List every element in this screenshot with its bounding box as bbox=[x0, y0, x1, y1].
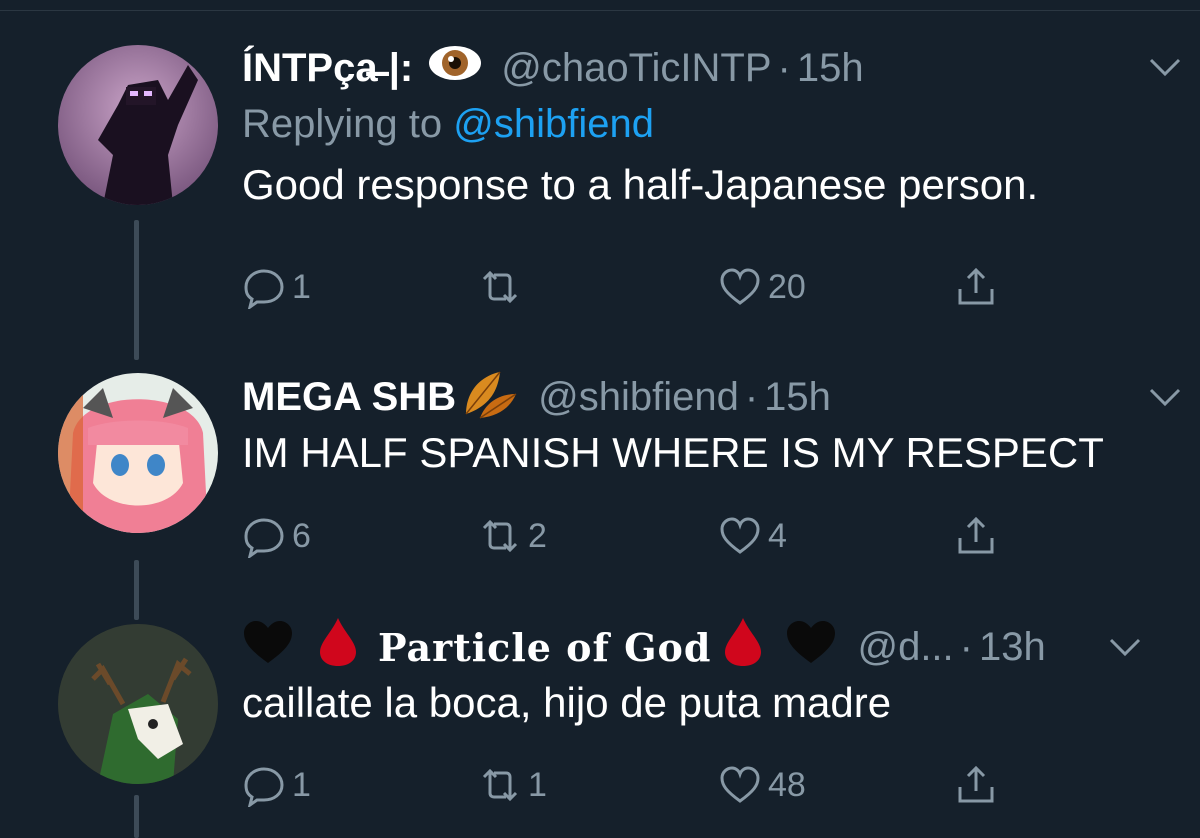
chevron-down-icon[interactable] bbox=[1108, 635, 1142, 659]
tweet-text: IM HALF SPANISH WHERE IS MY RESPECT bbox=[242, 429, 1104, 476]
reply-button[interactable]: 1 bbox=[242, 265, 311, 309]
like-button[interactable]: 4 bbox=[718, 514, 787, 558]
black-heart-icon bbox=[242, 619, 294, 675]
user-handle[interactable]: @d... bbox=[857, 625, 953, 670]
chevron-down-icon[interactable] bbox=[1148, 55, 1182, 79]
drop-of-blood-icon bbox=[723, 616, 763, 678]
user-handle[interactable]: @shibfiend bbox=[538, 375, 739, 420]
replying-to-label: Replying to bbox=[242, 102, 443, 146]
heart-icon bbox=[720, 268, 760, 305]
retweet-icon bbox=[482, 519, 518, 553]
share-icon bbox=[958, 516, 994, 554]
tweet-actions: 1 1 48 bbox=[242, 763, 1042, 813]
reply-icon bbox=[244, 767, 284, 807]
reply-button[interactable]: 1 bbox=[242, 763, 311, 807]
retweet-button[interactable]: 1 bbox=[478, 763, 547, 807]
like-count: 20 bbox=[768, 267, 806, 306]
top-divider bbox=[0, 0, 1200, 11]
share-button[interactable] bbox=[954, 265, 998, 309]
avatar[interactable] bbox=[58, 624, 218, 784]
timestamp[interactable]: 13h bbox=[979, 625, 1046, 670]
reply-icon bbox=[244, 518, 284, 558]
like-count: 4 bbox=[768, 516, 787, 555]
tweet-actions: 6 2 4 bbox=[242, 514, 1042, 564]
display-name[interactable]: Particle of God bbox=[378, 625, 711, 670]
fallen-leaf-icon bbox=[460, 364, 520, 430]
heart-icon bbox=[720, 517, 760, 554]
reply-count: 6 bbox=[292, 516, 311, 555]
retweet-icon bbox=[482, 270, 518, 304]
share-icon bbox=[958, 765, 994, 803]
share-button[interactable] bbox=[954, 514, 998, 558]
tweet-text: Good response to a half-Japanese person. bbox=[242, 161, 1039, 208]
tweet-header: Particle of God @d... · 13h bbox=[242, 617, 1160, 677]
separator-dot: · bbox=[959, 624, 973, 669]
display-name[interactable]: MEGA SHB bbox=[242, 375, 456, 420]
timestamp[interactable]: 15h bbox=[797, 46, 864, 91]
thread-line bbox=[134, 795, 139, 838]
eye-icon bbox=[427, 43, 483, 93]
tweet-actions: 1 20 bbox=[242, 265, 1042, 315]
retweet-button[interactable] bbox=[478, 265, 528, 309]
share-button[interactable] bbox=[954, 763, 998, 807]
timestamp[interactable]: 15h bbox=[764, 375, 831, 420]
avatar[interactable] bbox=[58, 45, 218, 205]
drop-of-blood-icon bbox=[318, 616, 358, 678]
thread-line bbox=[134, 560, 139, 620]
retweet-icon bbox=[482, 768, 518, 802]
tweet-text: caillate la boca, hijo de puta madre bbox=[242, 679, 892, 726]
heart-icon bbox=[720, 766, 760, 803]
reply-icon bbox=[244, 269, 284, 309]
tweet-header: MEGA SHB @shibfiend · 15h bbox=[242, 367, 1160, 427]
retweet-count: 2 bbox=[528, 516, 547, 555]
mention-link[interactable]: @shibfiend bbox=[453, 102, 654, 146]
avatar[interactable] bbox=[58, 373, 218, 533]
separator-dot: · bbox=[744, 374, 759, 419]
tweet-header: ÍNTPça̶ |: @chaoTicINTP · 15h bbox=[242, 38, 1160, 98]
like-button[interactable]: 48 bbox=[718, 763, 806, 807]
retweet-button[interactable]: 2 bbox=[478, 514, 547, 558]
avatar-image bbox=[58, 45, 218, 205]
avatar-image bbox=[58, 624, 218, 784]
black-heart-icon bbox=[785, 619, 837, 675]
separator-dot: · bbox=[777, 45, 791, 90]
reply-button[interactable]: 6 bbox=[242, 514, 311, 558]
display-name[interactable]: ÍNTPça̶ |: bbox=[242, 46, 413, 91]
replying-to: Replying to @shibfiend bbox=[242, 102, 1160, 147]
chevron-down-icon[interactable] bbox=[1148, 385, 1182, 409]
like-count: 48 bbox=[768, 765, 806, 804]
reply-count: 1 bbox=[292, 765, 311, 804]
retweet-count: 1 bbox=[528, 765, 547, 804]
user-handle[interactable]: @chaoTicINTP bbox=[501, 46, 771, 91]
share-icon bbox=[958, 267, 994, 305]
thread-line bbox=[134, 220, 139, 360]
like-button[interactable]: 20 bbox=[718, 265, 806, 309]
avatar-image bbox=[58, 373, 218, 533]
reply-count: 1 bbox=[292, 267, 311, 306]
